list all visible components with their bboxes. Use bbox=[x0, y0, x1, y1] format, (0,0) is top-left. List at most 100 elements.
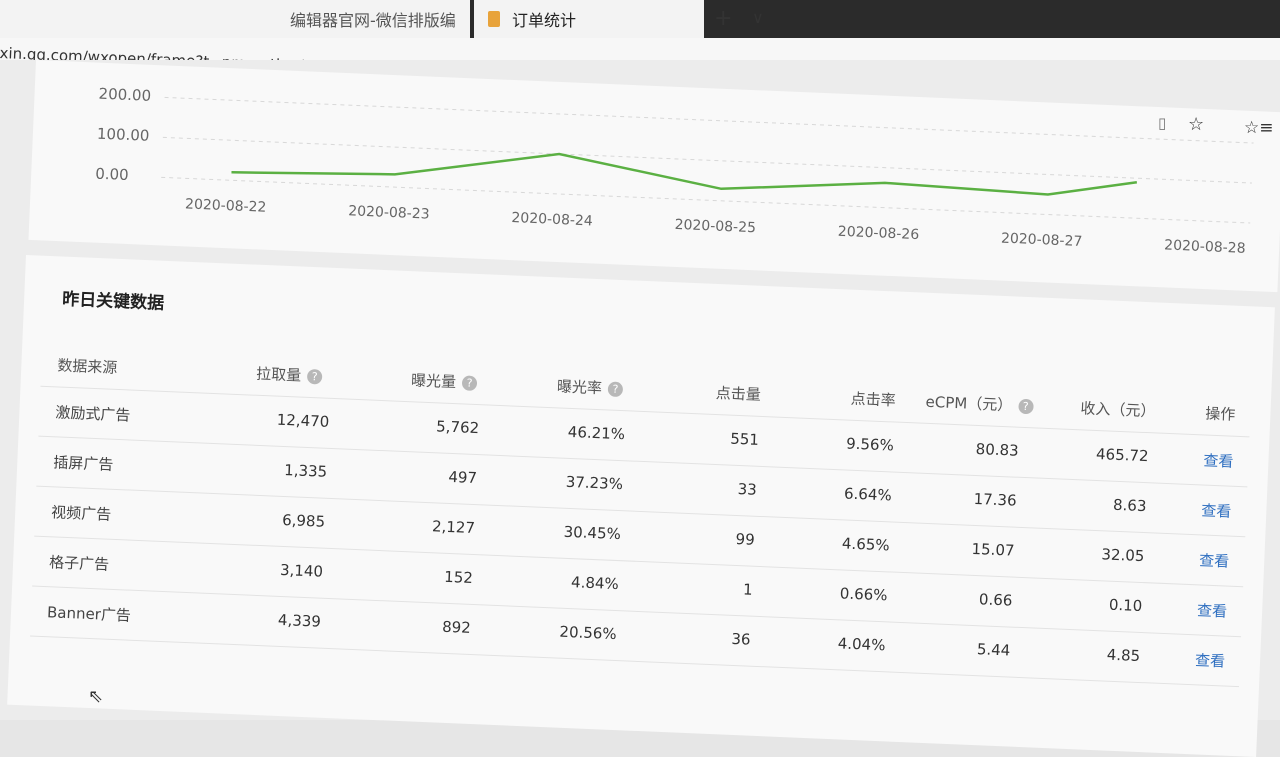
header-label: 拉取量 bbox=[255, 364, 302, 385]
table-cell: 4.84% bbox=[570, 573, 620, 594]
table-cell: 5,762 bbox=[435, 417, 480, 438]
y-tick-label: 100.00 bbox=[96, 124, 150, 145]
header-label: 操作 bbox=[1205, 404, 1236, 424]
key-data-card: 昨日关键数据 数据来源 拉取量? 曝光量? 曝光率? 点击量 点击率 eCPM（元）? 收入（… bbox=[7, 255, 1275, 757]
table-cell: 视频广告 bbox=[50, 503, 112, 524]
table-cell: 1 bbox=[742, 580, 753, 599]
header-impression-rate: 曝光率? bbox=[557, 375, 624, 399]
header-label: 点击量 bbox=[715, 384, 762, 404]
table-cell: 1,335 bbox=[283, 461, 328, 481]
divider bbox=[36, 485, 1246, 538]
header-data-source: 数据来源 bbox=[57, 354, 118, 377]
divider bbox=[30, 635, 1240, 688]
x-tick-label: 2020-08-22 bbox=[184, 196, 267, 216]
table-cell: 0.66% bbox=[839, 584, 888, 605]
table-cell: 激励式广告 bbox=[55, 403, 131, 425]
page-icon bbox=[488, 11, 500, 27]
table-cell: 6,985 bbox=[281, 510, 326, 531]
x-tick-label: 2020-08-27 bbox=[1000, 230, 1083, 250]
header-label: 点击率 bbox=[850, 389, 897, 410]
divider bbox=[40, 385, 1250, 438]
gridline bbox=[164, 96, 1254, 144]
reading-view-icon[interactable]: ▯ bbox=[1158, 114, 1166, 132]
browser-tab-editor[interactable]: 编辑器官网-微信排版编 bbox=[0, 0, 470, 38]
table-cell: 8.63 bbox=[1112, 495, 1147, 516]
header-actions: 操作 bbox=[1205, 403, 1236, 425]
header-impressions: 曝光量? bbox=[411, 369, 478, 393]
table-cell: 892 bbox=[441, 617, 472, 637]
table-cell: 46.21% bbox=[567, 422, 626, 444]
y-tick-label: 0.00 bbox=[94, 164, 130, 184]
table-cell: 33 bbox=[737, 480, 758, 499]
table-cell: 99 bbox=[735, 529, 756, 549]
divider bbox=[38, 435, 1248, 488]
line-chart bbox=[161, 96, 1254, 224]
table-cell: Banner广告 bbox=[46, 603, 132, 625]
view-link[interactable]: 查看 bbox=[1203, 449, 1234, 471]
table-cell: 6.64% bbox=[843, 484, 893, 505]
x-tick-label: 2020-08-24 bbox=[511, 210, 594, 230]
tab-bar: 编辑器官网-微信排版编 订单统计 + ∨ bbox=[0, 0, 1280, 38]
help-icon[interactable]: ? bbox=[461, 375, 478, 391]
table-cell: 4,339 bbox=[277, 610, 322, 631]
tab-menu-chevron-icon[interactable]: ∨ bbox=[752, 8, 764, 27]
help-icon[interactable]: ? bbox=[1017, 398, 1034, 415]
help-icon[interactable]: ? bbox=[607, 381, 624, 398]
table-cell: 465.72 bbox=[1095, 444, 1149, 466]
gridline bbox=[161, 176, 1251, 224]
page-content: 200.00 100.00 0.00 2020-08-22 2020-08-23 202… bbox=[0, 60, 1280, 757]
header-ctr: 点击率 bbox=[850, 388, 896, 411]
header-requests: 拉取量? bbox=[256, 363, 323, 387]
table-cell: 152 bbox=[443, 567, 474, 587]
table-cell: 9.56% bbox=[845, 434, 895, 455]
view-link[interactable]: 查看 bbox=[1199, 549, 1230, 571]
header-label: 曝光率 bbox=[556, 377, 603, 398]
header-label: 曝光量 bbox=[410, 371, 457, 392]
header-label: eCPM（元） bbox=[925, 392, 1013, 415]
table-cell: 0.10 bbox=[1108, 595, 1143, 616]
x-tick-label: 2020-08-28 bbox=[1163, 237, 1246, 257]
table-cell: 37.23% bbox=[565, 472, 624, 494]
table-cell: 2,127 bbox=[431, 517, 476, 538]
x-tick-label: 2020-08-26 bbox=[837, 223, 920, 244]
divider bbox=[34, 535, 1244, 588]
table-cell: 12,470 bbox=[276, 410, 330, 431]
browser-tab-order-stats[interactable]: 订单统计 bbox=[474, 0, 704, 38]
star-icon[interactable]: ☆ bbox=[1188, 114, 1204, 135]
table-cell: 30.45% bbox=[563, 522, 622, 544]
favorites-icon[interactable]: ☆≡ bbox=[1244, 118, 1273, 138]
view-link[interactable]: 查看 bbox=[1197, 599, 1228, 621]
table-cell: 0.66 bbox=[978, 590, 1013, 610]
y-tick-label: 200.00 bbox=[98, 84, 152, 105]
table-cell: 3,140 bbox=[279, 560, 324, 581]
x-tick-label: 2020-08-23 bbox=[347, 203, 430, 223]
gridline bbox=[162, 136, 1252, 184]
table-cell: 4.04% bbox=[837, 634, 886, 655]
new-tab-icon[interactable]: + bbox=[714, 6, 732, 31]
table-cell: 551 bbox=[729, 429, 760, 449]
view-link[interactable]: 查看 bbox=[1195, 649, 1226, 671]
table-cell: 32.05 bbox=[1101, 545, 1145, 566]
table-cell: 36 bbox=[731, 629, 751, 649]
header-revenue: 收入（元） bbox=[1080, 397, 1156, 421]
table-cell: 17.36 bbox=[973, 489, 1017, 510]
header-clicks: 点击量 bbox=[715, 382, 761, 405]
header-label: 数据来源 bbox=[57, 356, 118, 377]
table-cell: 80.83 bbox=[975, 439, 1020, 460]
table-cell: 5.44 bbox=[976, 640, 1011, 660]
help-icon[interactable]: ? bbox=[306, 368, 323, 385]
table-cell: 插屏广告 bbox=[52, 453, 114, 474]
section-title: 昨日关键数据 bbox=[61, 289, 165, 314]
header-ecpm: eCPM（元）? bbox=[925, 391, 1034, 416]
table-cell: 4.65% bbox=[841, 534, 890, 555]
mouse-cursor-icon: ⇖ bbox=[88, 686, 104, 707]
view-link[interactable]: 查看 bbox=[1201, 499, 1232, 521]
table-cell: 20.56% bbox=[559, 622, 618, 644]
trend-chart-card: 200.00 100.00 0.00 2020-08-22 2020-08-23 202… bbox=[28, 60, 1280, 293]
header-label: 收入（元） bbox=[1080, 399, 1156, 421]
table-cell: 4.85 bbox=[1106, 645, 1141, 666]
divider bbox=[32, 585, 1242, 638]
table-cell: 497 bbox=[448, 467, 478, 488]
x-tick-label: 2020-08-25 bbox=[674, 216, 757, 237]
tab-title: 订单统计 bbox=[512, 11, 577, 30]
